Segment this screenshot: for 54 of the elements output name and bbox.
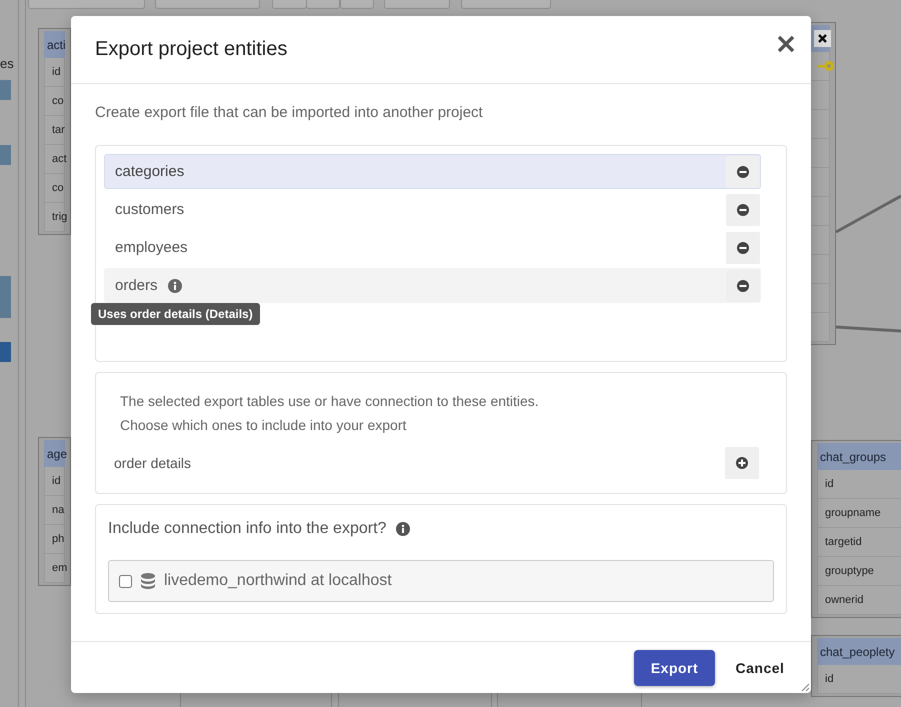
entity-name: customers bbox=[115, 201, 184, 218]
info-icon[interactable] bbox=[396, 522, 410, 536]
resize-handle-icon[interactable] bbox=[800, 682, 810, 692]
field-name: act bbox=[52, 153, 67, 165]
close-icon[interactable] bbox=[814, 30, 831, 47]
remove-button[interactable] bbox=[726, 270, 760, 302]
table-title: age bbox=[47, 446, 68, 460]
close-icon[interactable] bbox=[777, 34, 795, 52]
sidebar-label: es bbox=[0, 56, 14, 71]
checkbox[interactable] bbox=[119, 574, 132, 588]
field-name: grouptype bbox=[825, 565, 874, 577]
info-icon[interactable] bbox=[168, 278, 182, 292]
entity-name: order details bbox=[114, 455, 192, 471]
minus-circle-icon bbox=[737, 204, 749, 216]
table-title: chat_peoplety bbox=[820, 644, 895, 658]
entity-item[interactable]: categories bbox=[104, 154, 761, 189]
connection-option[interactable]: livedemo_northwind at localhost bbox=[108, 560, 774, 602]
remove-button[interactable] bbox=[726, 232, 760, 264]
field-name: trig bbox=[52, 211, 68, 223]
table-title: chat_groups bbox=[820, 450, 886, 464]
connection-question: Include connection info into the export? bbox=[108, 520, 386, 538]
field-name: id bbox=[825, 478, 834, 490]
field-name: na bbox=[52, 504, 64, 516]
entity-item[interactable]: employees bbox=[104, 230, 761, 265]
entity-item[interactable]: customers bbox=[104, 192, 761, 227]
remove-button[interactable] bbox=[726, 156, 760, 188]
remove-button[interactable] bbox=[726, 194, 760, 226]
field-name: groupname bbox=[825, 507, 881, 519]
field-name: id bbox=[52, 66, 61, 78]
dialog-title: Export project entities bbox=[95, 38, 288, 61]
plus-circle-icon bbox=[736, 457, 748, 469]
related-description: The selected export tables use or have connection to these entities. Choose which ones to include into your export bbox=[119, 392, 540, 435]
entity-name: employees bbox=[115, 239, 188, 256]
field-name: ownerid bbox=[825, 594, 864, 606]
minus-circle-icon bbox=[737, 166, 749, 178]
database-icon bbox=[141, 573, 155, 589]
export-button[interactable]: Export bbox=[634, 650, 715, 686]
entity-name: categories bbox=[115, 163, 184, 180]
table-title: acti bbox=[47, 38, 66, 52]
cancel-button[interactable]: Cancel bbox=[725, 650, 795, 686]
field-name: co bbox=[52, 95, 64, 107]
field-name: co bbox=[52, 182, 64, 194]
field-name: em bbox=[52, 562, 68, 574]
field-name: tar bbox=[52, 124, 65, 136]
field-name: ph bbox=[52, 533, 64, 545]
minus-circle-icon bbox=[737, 280, 749, 292]
field-name: id bbox=[52, 475, 61, 487]
field-name: targetid bbox=[825, 536, 862, 548]
dialog-description: Create export file that can be imported into another project bbox=[95, 104, 484, 121]
add-button[interactable] bbox=[725, 447, 759, 479]
minus-circle-icon bbox=[737, 242, 749, 254]
field-name: id bbox=[825, 673, 834, 685]
entity-name: orders bbox=[115, 277, 158, 294]
tooltip: Uses order details (Details) bbox=[91, 303, 260, 325]
